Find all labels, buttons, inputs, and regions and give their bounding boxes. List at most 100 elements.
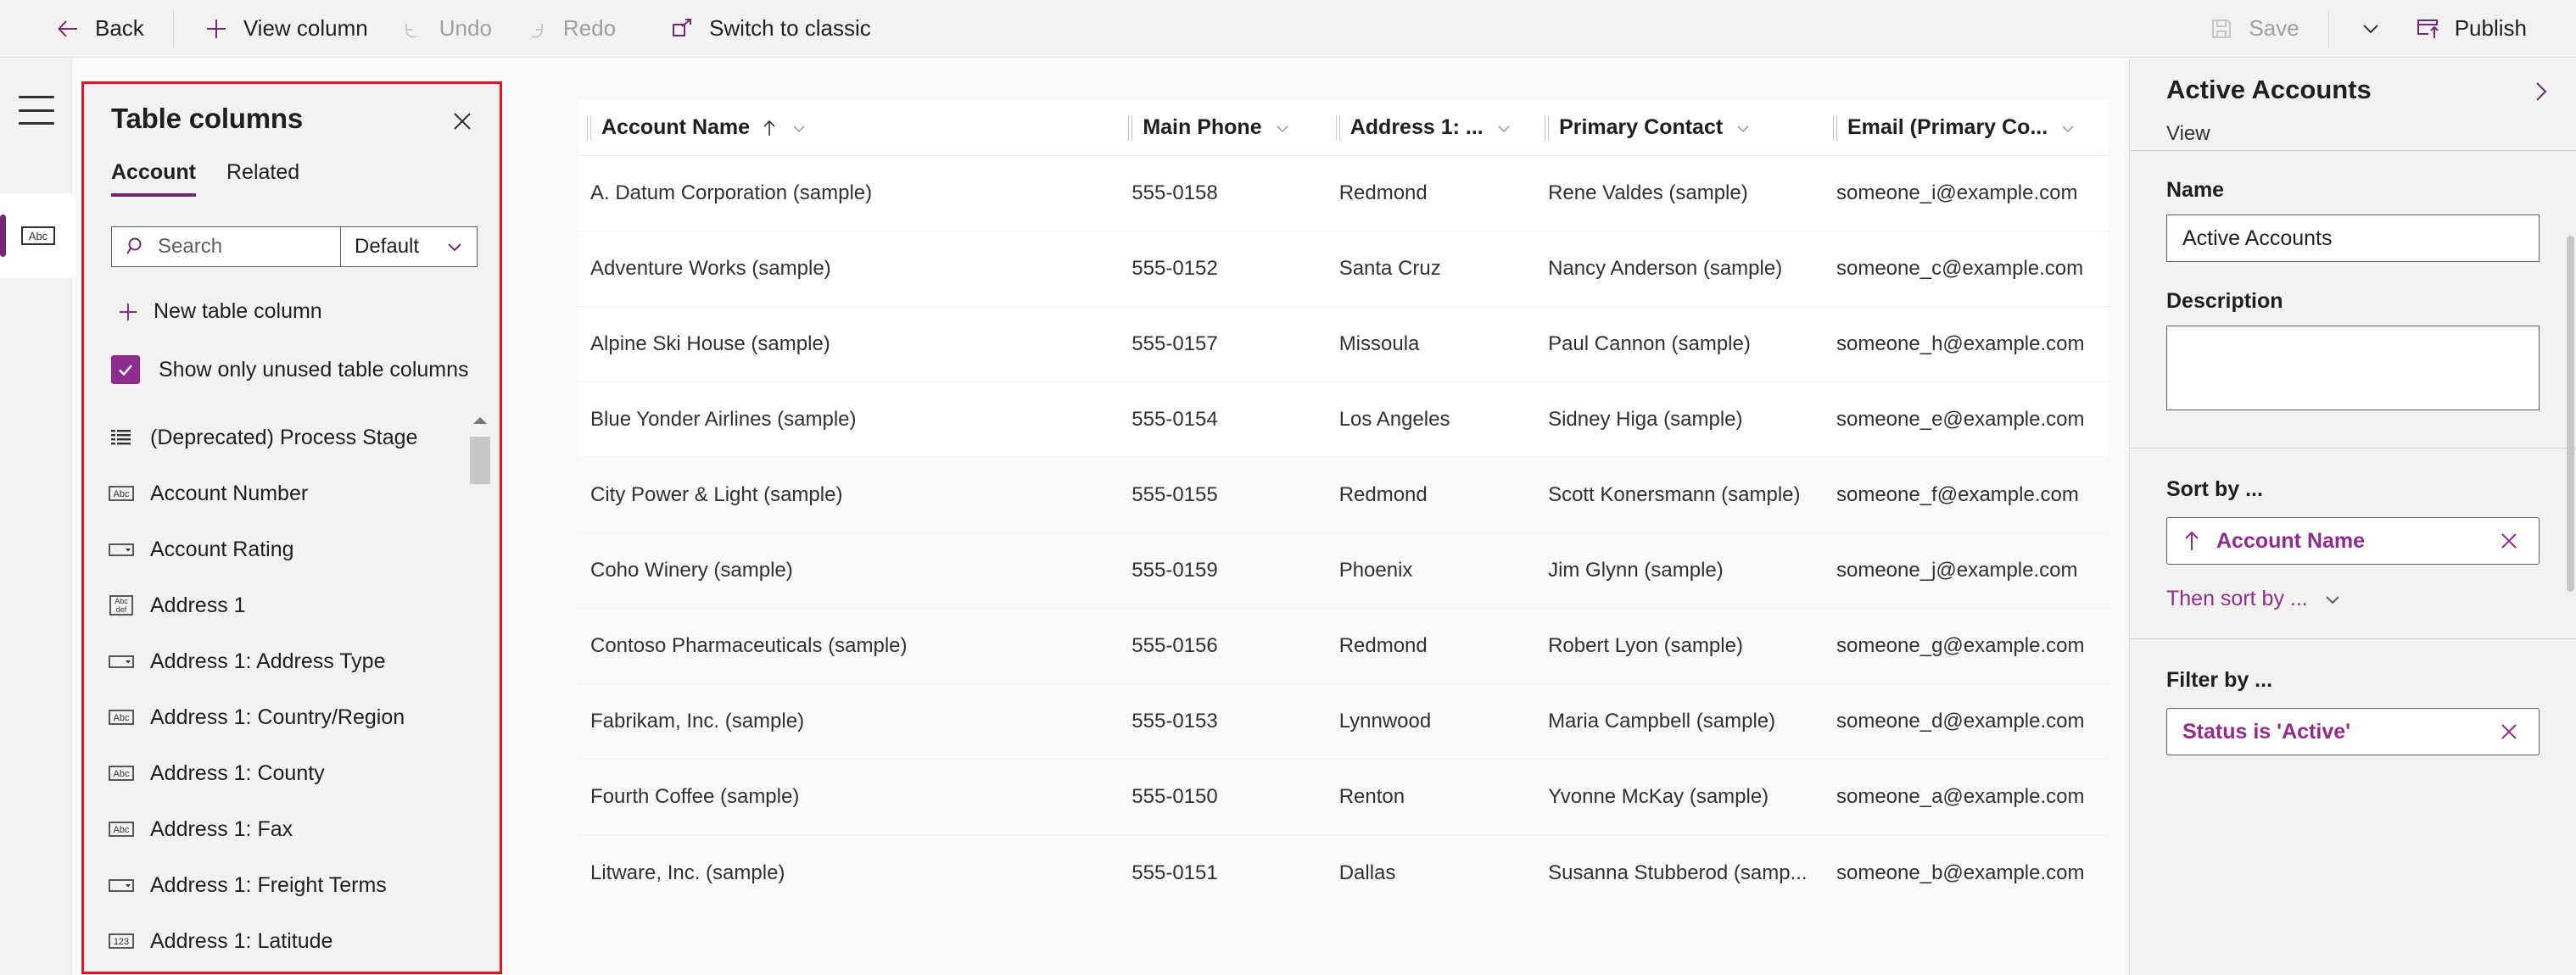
arrow-up-icon xyxy=(760,118,779,138)
chevron-down-icon[interactable] xyxy=(2058,118,2078,138)
cell-account-name: Alpine Ski House (sample) xyxy=(590,332,830,355)
tab-related[interactable]: Related xyxy=(226,160,299,197)
filter-by-section: Filter by ... Status is 'Active' xyxy=(2130,668,2576,755)
column-resize-grip[interactable] xyxy=(1545,114,1550,141)
command-bar-right-group: Save Publish xyxy=(2193,7,2576,51)
chevron-down-icon[interactable] xyxy=(789,118,809,138)
cell-account-name: Litware, Inc. (sample) xyxy=(590,861,785,884)
cell-primary-contact: Yvonne McKay (sample) xyxy=(1548,785,1769,808)
back-label: Back xyxy=(95,15,144,41)
number-123-icon: 123 xyxy=(108,930,135,952)
cell-primary-contact: Maria Campbell (sample) xyxy=(1548,710,1776,733)
tab-account[interactable]: Account xyxy=(111,160,196,197)
column-resize-grip[interactable] xyxy=(1833,114,1837,141)
list-item[interactable]: (Deprecated) Process Stage xyxy=(91,410,498,465)
list-item[interactable]: Abc def Address 1 xyxy=(91,577,498,633)
table-row[interactable]: Contoso Pharmaceuticals (sample) 555-015… xyxy=(578,609,2109,684)
table-row[interactable]: Fabrikam, Inc. (sample) 555-0153 Lynnwoo… xyxy=(578,684,2109,760)
description-input[interactable] xyxy=(2166,326,2540,410)
table-row[interactable]: City Power & Light (sample) 555-0155 Red… xyxy=(578,458,2109,533)
abc-text-icon: Abc xyxy=(108,762,135,784)
show-unused-checkbox[interactable]: Show only unused table columns xyxy=(111,355,469,384)
column-header-account-name[interactable]: Account Name xyxy=(578,100,1120,156)
back-button[interactable]: Back xyxy=(39,7,159,51)
redo-button[interactable]: Redo xyxy=(507,7,631,51)
switch-to-classic-button[interactable]: Switch to classic xyxy=(653,7,886,51)
column-filter-dropdown[interactable]: Default xyxy=(341,227,477,266)
left-rail: Abc xyxy=(0,58,76,975)
column-resize-grip[interactable] xyxy=(587,114,591,141)
list-item[interactable]: 123 Address 1: Latitude xyxy=(91,913,498,969)
list-item[interactable]: Abc Account Number xyxy=(91,465,498,521)
cell-address1: Redmond xyxy=(1338,181,1428,204)
save-button[interactable]: Save xyxy=(2193,7,2314,51)
caret-up-icon[interactable] xyxy=(469,410,491,432)
cell-account-name: Fourth Coffee (sample) xyxy=(590,785,800,808)
filter-pill-status-active[interactable]: Status is 'Active' xyxy=(2166,708,2540,755)
search-input[interactable]: Search xyxy=(112,227,340,266)
chevron-down-icon[interactable] xyxy=(1733,118,1753,138)
cell-email: someone_e@example.com xyxy=(1836,408,2085,431)
new-table-column-button[interactable]: New table column xyxy=(109,292,329,331)
table-columns-scrollbar[interactable] xyxy=(469,410,491,969)
properties-scrollbar-thumb[interactable] xyxy=(2567,236,2574,592)
table-row[interactable]: Coho Winery (sample) 555-0159 Phoenix Ji… xyxy=(578,533,2109,609)
cell-email: someone_g@example.com xyxy=(1836,634,2085,657)
column-header-email[interactable]: Email (Primary Co... xyxy=(1824,100,2109,156)
list-item-label: Address 1: Country/Region xyxy=(150,705,405,729)
grid-header-row: Account Name Main Phone Address 1: ... P… xyxy=(578,100,2109,156)
rail-item-columns[interactable]: Abc xyxy=(0,193,76,278)
table-row[interactable]: Blue Yonder Airlines (sample) 555-0154 L… xyxy=(578,382,2109,458)
column-header-address1[interactable]: Address 1: ... xyxy=(1327,100,1536,156)
column-resize-grip[interactable] xyxy=(1335,114,1340,141)
publish-button[interactable]: Publish xyxy=(2399,7,2542,51)
sort-pill-account-name[interactable]: Account Name xyxy=(2166,517,2540,565)
list-item-label: Address 1 xyxy=(150,593,246,617)
table-row[interactable]: Adventure Works (sample) 555-0152 Santa … xyxy=(578,231,2109,307)
close-icon[interactable] xyxy=(2495,526,2523,555)
view-column-button[interactable]: View column xyxy=(187,7,383,51)
cell-main-phone: 555-0157 xyxy=(1132,332,1218,355)
close-icon[interactable] xyxy=(2495,717,2523,746)
publish-label: Publish xyxy=(2454,15,2527,41)
name-input[interactable]: Active Accounts xyxy=(2166,214,2540,262)
redo-icon xyxy=(522,15,550,42)
column-resize-grip[interactable] xyxy=(1128,114,1133,141)
table-row[interactable]: Litware, Inc. (sample) 555-0151 Dallas S… xyxy=(578,835,2109,911)
table-row[interactable]: Fourth Coffee (sample) 555-0150 Renton Y… xyxy=(578,760,2109,835)
list-item[interactable]: Account Rating xyxy=(91,521,498,577)
list-item[interactable]: Address 1: Address Type xyxy=(91,633,498,689)
column-header-main-phone[interactable]: Main Phone xyxy=(1120,100,1327,156)
svg-text:Abc: Abc xyxy=(114,769,130,779)
list-item[interactable]: Abc Address 1: Country/Region xyxy=(91,689,498,745)
page-title: Active Accounts xyxy=(2166,75,2372,104)
cell-primary-contact: Sidney Higa (sample) xyxy=(1548,408,1743,431)
chevron-down-icon[interactable] xyxy=(1494,118,1514,138)
list-item[interactable]: Abc Address 1: Fax xyxy=(91,801,498,857)
arrow-up-icon[interactable] xyxy=(2182,529,2201,553)
hamburger-icon[interactable] xyxy=(19,96,54,125)
cell-account-name: Fabrikam, Inc. (sample) xyxy=(590,710,805,733)
new-table-column-label: New table column xyxy=(154,299,322,323)
chevron-down-icon[interactable] xyxy=(1272,118,1293,138)
cell-email: someone_j@example.com xyxy=(1836,559,2078,582)
then-sort-by-button[interactable]: Then sort by ... xyxy=(2166,587,2540,611)
list-item[interactable]: Address 1: Freight Terms xyxy=(91,857,498,913)
table-row[interactable]: Alpine Ski House (sample) 555-0157 Misso… xyxy=(578,307,2109,382)
list-item[interactable]: Abc Address 1: County xyxy=(91,745,498,801)
rail-selection-indicator xyxy=(0,214,6,257)
undo-button[interactable]: Undo xyxy=(383,7,507,51)
svg-text:Abc: Abc xyxy=(115,597,128,605)
table-columns-list[interactable]: (Deprecated) Process Stage Abc Account N… xyxy=(91,410,498,969)
cell-primary-contact: Scott Konersmann (sample) xyxy=(1548,483,1801,506)
scrollbar-thumb[interactable] xyxy=(470,437,490,484)
save-options-button[interactable] xyxy=(2343,8,2399,50)
close-icon[interactable] xyxy=(444,103,481,140)
column-header-label: Account Name xyxy=(601,115,751,139)
name-label: Name xyxy=(2166,178,2225,202)
table-row[interactable]: A. Datum Corporation (sample) 555-0158 R… xyxy=(578,156,2109,231)
column-header-primary-contact[interactable]: Primary Contact xyxy=(1536,100,1824,156)
plus-icon xyxy=(203,15,230,42)
undo-label: Undo xyxy=(439,15,492,41)
chevron-right-icon[interactable] xyxy=(2522,73,2559,110)
